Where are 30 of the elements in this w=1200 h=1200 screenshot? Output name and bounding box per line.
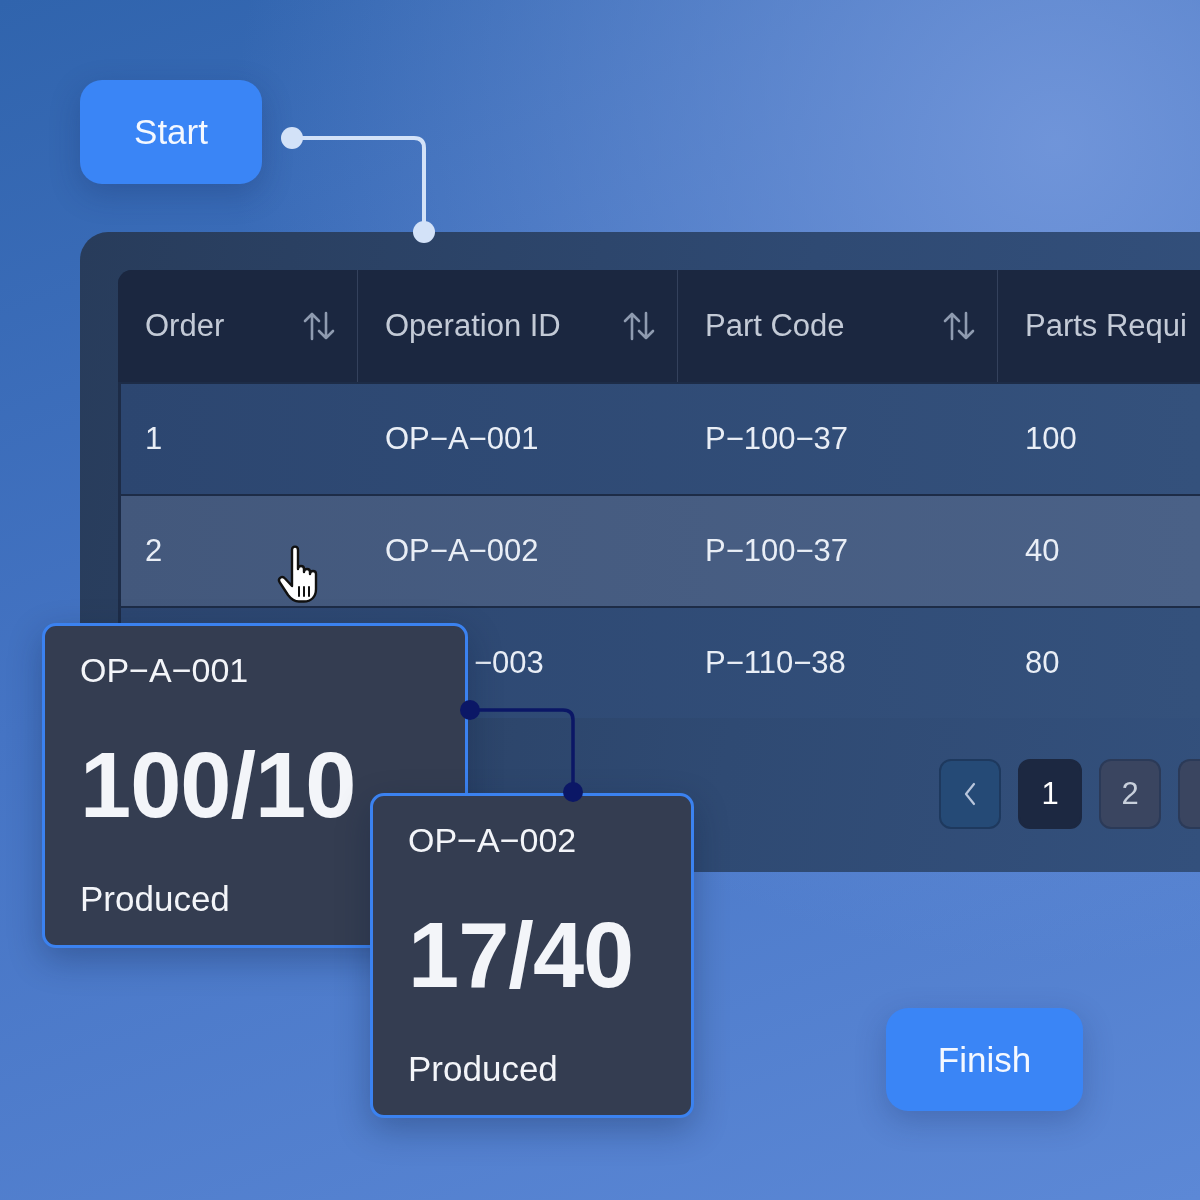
produced-label: Produced	[408, 1048, 558, 1089]
table-cell: P−110−38	[705, 645, 846, 681]
produced-label: Produced	[80, 878, 230, 919]
column-header: Order	[145, 308, 225, 344]
table-cell: −003	[474, 645, 544, 681]
table-cell: 80	[1025, 645, 1060, 681]
table-cell: P−100−37	[705, 533, 849, 569]
produced-count: 100/10	[80, 738, 356, 831]
start-button[interactable]: Start	[80, 80, 262, 184]
column-header: Parts Requi	[1025, 308, 1187, 344]
finish-button[interactable]: Finish	[886, 1008, 1083, 1111]
table-cell: 100	[1025, 421, 1077, 457]
page-button[interactable]: 1	[1018, 759, 1082, 829]
table-cell: 2	[145, 533, 163, 569]
sort-icon[interactable]	[943, 311, 975, 341]
produced-count: 17/40	[408, 908, 634, 1001]
table-cell: OP−A−001	[385, 421, 539, 457]
table-row[interactable]: 2 OP−A−002 P−100−37 40	[118, 496, 1200, 606]
sort-icon[interactable]	[623, 311, 655, 341]
table-cell: P−100−37	[705, 421, 849, 457]
chevron-left-icon	[963, 782, 977, 806]
operation-id: OP−A−002	[408, 820, 577, 861]
table-cell: 1	[145, 421, 163, 457]
table-cell: 40	[1025, 533, 1060, 569]
table-cell: OP−A−002	[385, 533, 539, 569]
sort-icon[interactable]	[303, 311, 335, 341]
column-header: Part Code	[705, 308, 845, 344]
column-header: Operation ID	[385, 308, 561, 344]
page-button[interactable]: 2	[1099, 759, 1161, 829]
table-row[interactable]: 1 OP−A−001 P−100−37 100	[118, 384, 1200, 494]
